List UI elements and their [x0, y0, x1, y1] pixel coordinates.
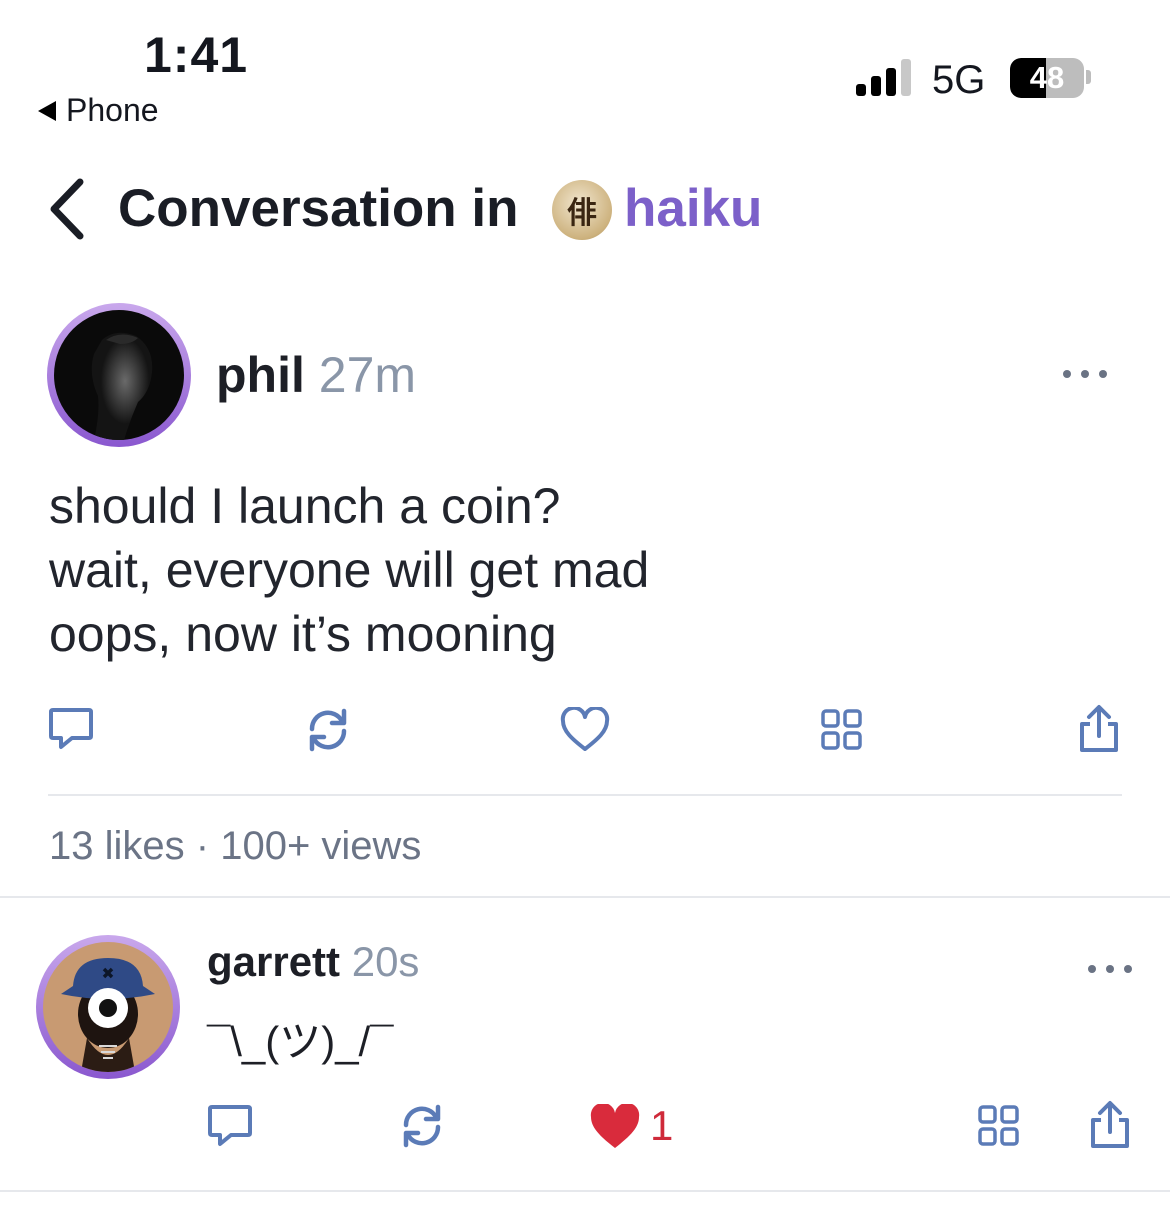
back-triangle-icon	[38, 100, 56, 121]
post-author-line: phil 27m	[216, 346, 416, 404]
cellular-signal-icon	[856, 59, 911, 96]
reply-more-options-icon[interactable]	[1088, 965, 1132, 977]
stats-separator: ·	[195, 824, 210, 868]
page-title: Conversation in	[118, 179, 519, 238]
reply-author-avatar[interactable]	[36, 935, 180, 1079]
reply-like-count: 1	[650, 1102, 674, 1149]
avatar-image	[54, 310, 184, 440]
post-line: should I launch a coin?	[49, 478, 561, 534]
status-time: 1:41	[144, 27, 249, 83]
channel-name-link[interactable]: haiku	[624, 178, 762, 239]
battery-level: 48	[1029, 60, 1065, 95]
post-line: wait, everyone will get mad	[49, 542, 650, 598]
post-divider	[48, 794, 1122, 796]
views-count: 100+ views	[220, 824, 422, 868]
back-to-app-link[interactable]: Phone	[38, 92, 159, 129]
battery-cap	[1086, 70, 1091, 84]
likes-count[interactable]: 13 likes	[49, 824, 185, 868]
reply-time: 20s	[351, 938, 420, 985]
section-divider	[0, 896, 1170, 898]
reply-icon[interactable]	[207, 1104, 253, 1148]
reply-author-name[interactable]: garrett	[207, 938, 340, 985]
like-heart-icon[interactable]	[560, 707, 610, 753]
post-more-options-icon[interactable]	[1063, 370, 1107, 382]
channel-icon[interactable]: 俳	[552, 180, 612, 240]
avatar-image	[43, 942, 173, 1072]
post-time: 27m	[318, 347, 417, 403]
post-author-avatar[interactable]	[47, 303, 191, 447]
reply-author-line: garrett 20s	[207, 938, 419, 986]
post-line: oops, now it’s mooning	[49, 606, 557, 662]
liked-heart-icon[interactable]	[588, 1104, 642, 1150]
bottom-divider	[0, 1190, 1170, 1192]
reply-body: ¯\_(ツ)_/¯	[207, 1018, 394, 1065]
recast-icon[interactable]	[398, 1103, 446, 1149]
back-app-label: Phone	[66, 92, 159, 128]
back-chevron-icon[interactable]	[46, 176, 88, 242]
bucket-hat-character-icon	[61, 958, 155, 1072]
network-type: 5G	[932, 58, 986, 102]
share-icon[interactable]	[1087, 1100, 1133, 1150]
face-silhouette-icon	[91, 332, 153, 440]
apps-grid-icon[interactable]	[977, 1105, 1021, 1147]
post-body: should I launch a coin? wait, everyone w…	[49, 474, 649, 666]
post-author-name[interactable]: phil	[216, 347, 305, 403]
post-stats: 13 likes · 100+ views	[49, 824, 421, 869]
recast-icon[interactable]	[304, 707, 352, 753]
share-icon[interactable]	[1076, 704, 1122, 754]
battery-icon: 48	[1010, 58, 1084, 98]
reply-icon[interactable]	[48, 707, 94, 751]
apps-grid-icon[interactable]	[820, 709, 864, 751]
